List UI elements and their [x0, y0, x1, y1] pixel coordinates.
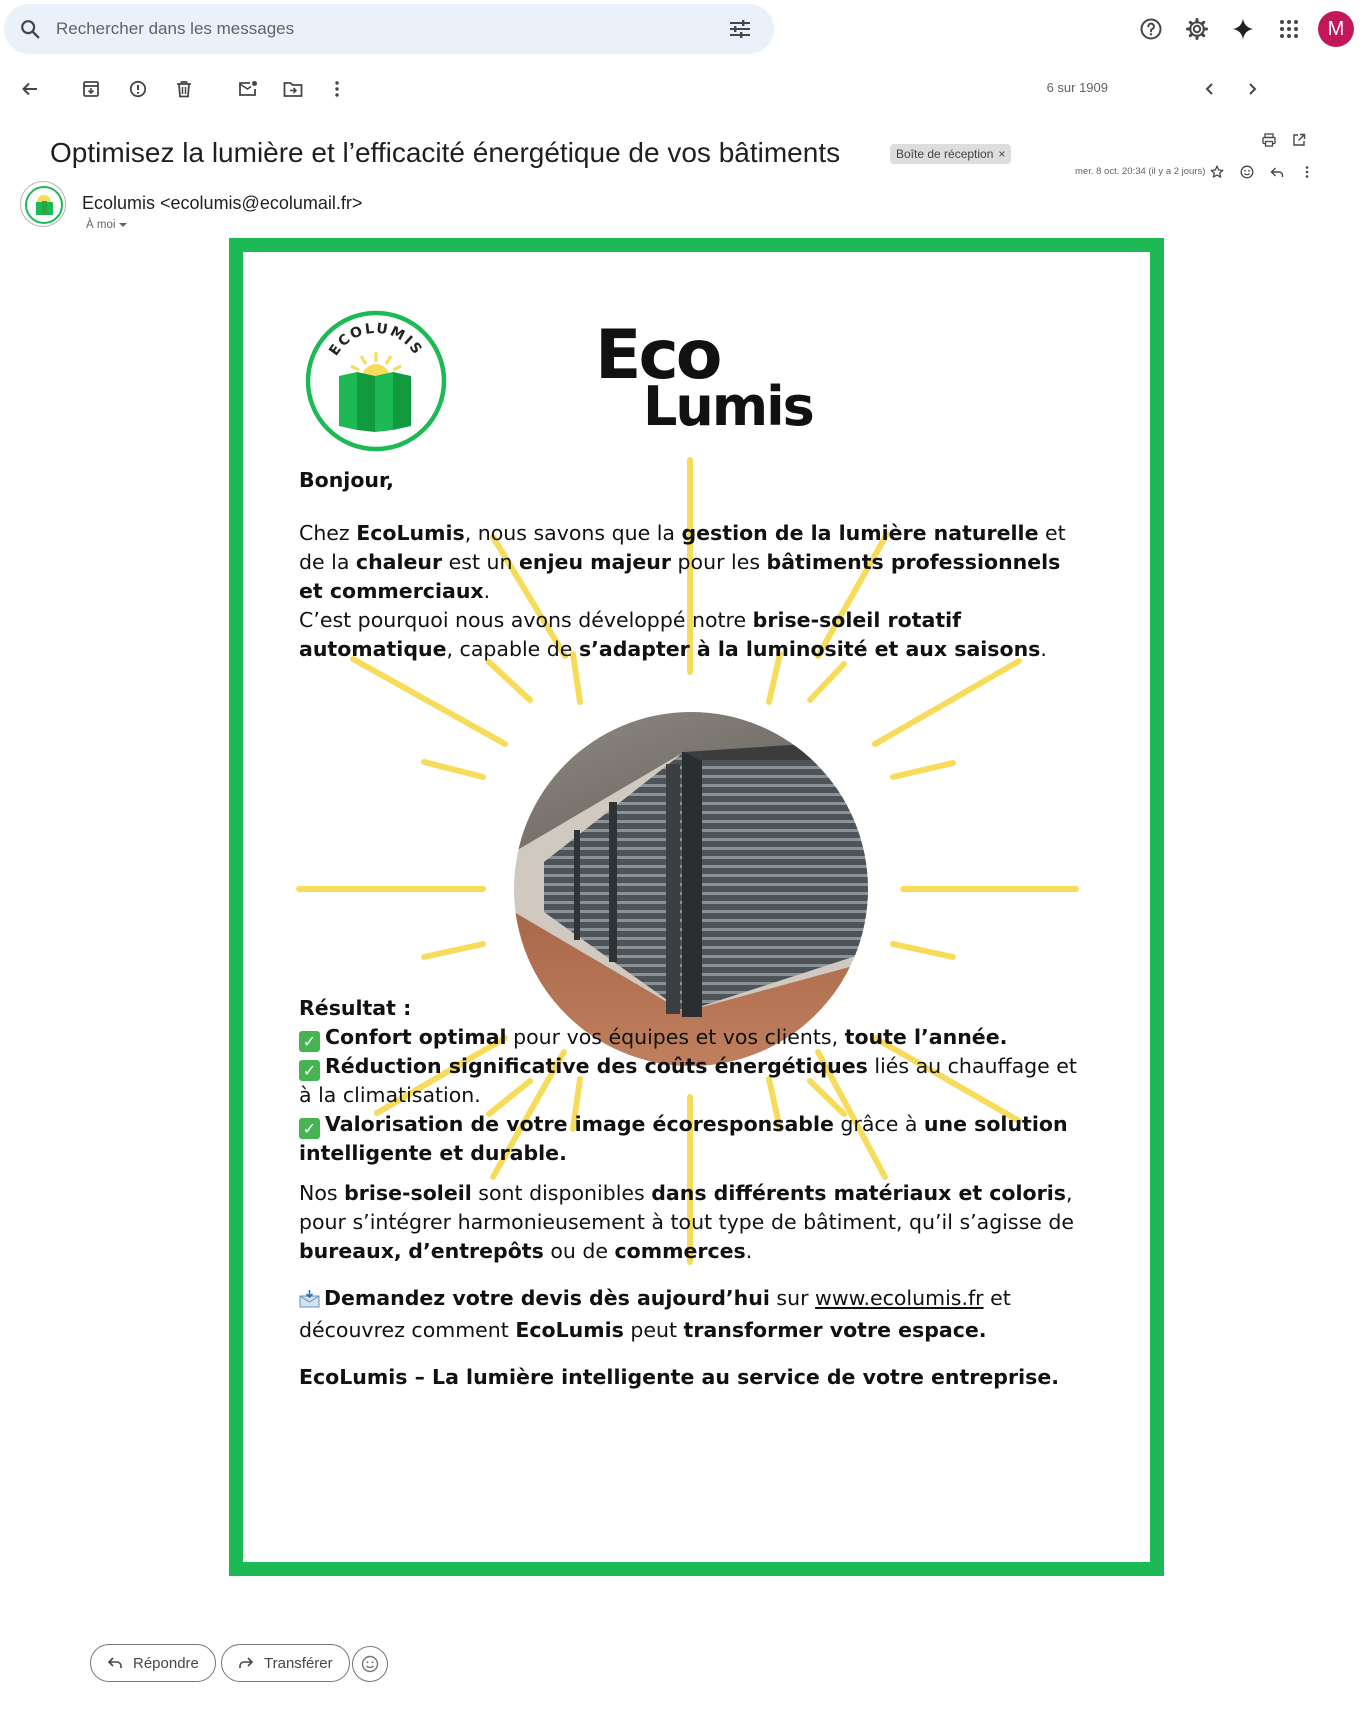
envelope-arrow-icon [299, 1287, 320, 1316]
message-toolbar: 6 sur 1909 [0, 64, 1366, 114]
ecolumis-round-logo: ECOLUMIS [305, 310, 447, 452]
message-date: mer. 8 oct. 20:34 (il y a 2 jours) [1075, 166, 1206, 177]
archive-icon[interactable] [71, 64, 111, 114]
gemini-sparkle-icon[interactable] [1220, 9, 1266, 49]
newer-chevron-left-icon[interactable] [1190, 69, 1230, 109]
wordmark-lumis: Lumis [643, 375, 815, 438]
report-spam-icon[interactable] [118, 64, 158, 114]
move-to-folder-icon[interactable] [273, 64, 313, 114]
check-icon: ✓ [299, 1118, 320, 1139]
inbox-label-text: Boîte de réception [896, 147, 994, 161]
open-new-window-icon[interactable] [1288, 129, 1310, 151]
reply-button[interactable]: Répondre [90, 1644, 216, 1682]
search-bar[interactable] [4, 4, 774, 54]
reply-label: Répondre [133, 1654, 199, 1672]
check-icon: ✓ [299, 1060, 320, 1081]
mark-unread-icon[interactable] [228, 64, 268, 114]
message-more-icon[interactable] [1296, 161, 1318, 183]
settings-gear-icon[interactable] [1174, 9, 1220, 49]
recipient-details[interactable]: À moi [86, 219, 128, 231]
star-icon[interactable] [1206, 161, 1228, 183]
print-icon[interactable] [1258, 129, 1280, 151]
results-section: Résultat : ✓ Confort optimal pour vos équi… [299, 996, 1077, 1165]
remove-label-button[interactable]: × [998, 147, 1005, 161]
search-icon[interactable] [4, 4, 56, 54]
gmail-message-view: M 6 sur 1909 Optimisez l [0, 0, 1366, 1723]
email-body-card: ECOLUMIS Eco Lumis Bonjour, Chez EcoLumi… [229, 238, 1164, 1576]
emoji-reaction-icon[interactable] [1236, 161, 1258, 183]
reply-icon[interactable] [1266, 161, 1288, 183]
inbox-label-chip: Boîte de réception × [890, 144, 1012, 164]
cta-paragraph: Demandez votre devis dès aujourd’hui sur… [299, 1286, 1011, 1342]
check-icon: ✓ [299, 1031, 320, 1052]
reply-arrow-icon [107, 1656, 123, 1670]
ecolumis-wordmark: Eco Lumis [595, 322, 835, 462]
intro-paragraph: Chez EcoLumis, nous savons que la gestio… [299, 521, 1066, 661]
materials-paragraph: Nos brise-soleil sont disponibles dans d… [299, 1181, 1075, 1263]
search-options-icon[interactable] [716, 4, 764, 54]
sender-avatar[interactable] [20, 181, 66, 227]
forward-button[interactable]: Transférer [221, 1644, 350, 1682]
apps-grid-icon[interactable] [1266, 9, 1312, 49]
back-arrow-icon[interactable] [10, 64, 50, 114]
caret-down-icon [119, 222, 128, 228]
thread-actions [1258, 129, 1310, 151]
sender-name[interactable]: Ecolumis <ecolumis@ecolumail.fr> [82, 193, 362, 214]
account-avatar[interactable]: M [1318, 11, 1354, 47]
message-actions [1206, 161, 1318, 183]
top-right-actions: M [1128, 9, 1354, 49]
search-input[interactable] [56, 19, 716, 39]
greeting: Bonjour, [299, 468, 394, 492]
recipient-text: À moi [86, 219, 116, 231]
pagination-count: 6 sur 1909 [1046, 80, 1108, 95]
emoji-reaction-button[interactable] [352, 1646, 388, 1682]
forward-label: Transférer [264, 1654, 333, 1672]
email-subject: Optimisez la lumière et l’efficacité éne… [50, 137, 841, 168]
forward-arrow-icon [238, 1656, 254, 1670]
signature: EcoLumis – La lumière intelligente au se… [299, 1365, 1060, 1389]
website-link[interactable]: www.ecolumis.fr [815, 1286, 984, 1310]
older-chevron-right-icon[interactable] [1232, 69, 1272, 109]
help-icon[interactable] [1128, 9, 1174, 49]
smiley-icon [361, 1655, 379, 1673]
delete-trash-icon[interactable] [164, 64, 204, 114]
more-options-icon[interactable] [317, 64, 357, 114]
